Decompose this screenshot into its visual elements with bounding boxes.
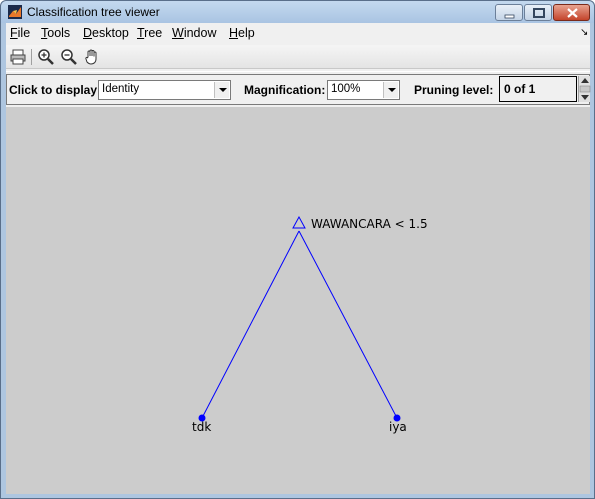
menu-tree[interactable]: Tree [137, 26, 162, 40]
close-icon [567, 8, 578, 18]
menu-file[interactable]: File [10, 26, 30, 40]
display-select[interactable]: Identity [98, 80, 231, 100]
maximize-icon [533, 8, 545, 18]
leaf-label: iya [389, 420, 407, 434]
close-button[interactable] [553, 4, 590, 21]
app-window: Classification tree viewer File Tools De… [0, 0, 595, 499]
menu-help[interactable]: Help [229, 26, 255, 40]
pruning-level-field[interactable]: 0 of 1 [499, 76, 577, 102]
magnification-select[interactable]: 100% [327, 80, 400, 100]
figure-frame: File Tools Desktop Tree Window Help ↘ Cl… [6, 23, 591, 494]
menu-bar: File Tools Desktop Tree Window Help ↘ [6, 23, 590, 43]
printer-icon[interactable] [9, 48, 27, 66]
pruning-label: Pruning level: [414, 83, 494, 97]
pruning-level-value: 0 of 1 [504, 82, 536, 96]
minimize-icon [504, 14, 515, 19]
menu-desktop[interactable]: Desktop [83, 26, 129, 40]
tree-branch-node[interactable] [292, 215, 306, 229]
title-bar[interactable]: Classification tree viewer [1, 1, 594, 23]
tree-canvas[interactable]: WAWANCARA < 1.5 tdk iya [6, 107, 590, 494]
control-panel: Click to display: Identity Magnification… [6, 71, 591, 105]
tree-edge-left [201, 230, 300, 419]
branch-rule-label: WAWANCARA < 1.5 [311, 217, 428, 231]
tree-diagram [198, 215, 401, 422]
toolbar-separator [31, 49, 32, 65]
spin-arrows-icon [579, 78, 591, 100]
window-title: Classification tree viewer [27, 5, 160, 19]
toolbar [6, 45, 590, 69]
matlab-logo-icon [8, 5, 22, 19]
menu-window[interactable]: Window [172, 26, 216, 40]
magnification-label: Magnification: [244, 83, 326, 97]
chevron-down-icon[interactable] [383, 82, 398, 98]
display-label: Click to display: [9, 83, 102, 97]
dock-arrow-icon[interactable]: ↘ [580, 27, 588, 38]
menu-tools[interactable]: Tools [41, 26, 70, 40]
zoom-out-icon[interactable] [60, 48, 78, 66]
tree-edge-right [298, 230, 398, 419]
display-select-value: Identity [102, 83, 140, 95]
chevron-down-icon[interactable] [214, 82, 229, 98]
pruning-scrollbar[interactable] [578, 76, 591, 102]
magnification-select-value: 100% [331, 83, 361, 95]
pan-hand-icon[interactable] [83, 48, 101, 66]
zoom-in-icon[interactable] [37, 48, 55, 66]
minimize-button[interactable] [495, 4, 523, 21]
maximize-button[interactable] [524, 4, 552, 21]
leaf-label: tdk [192, 420, 212, 434]
